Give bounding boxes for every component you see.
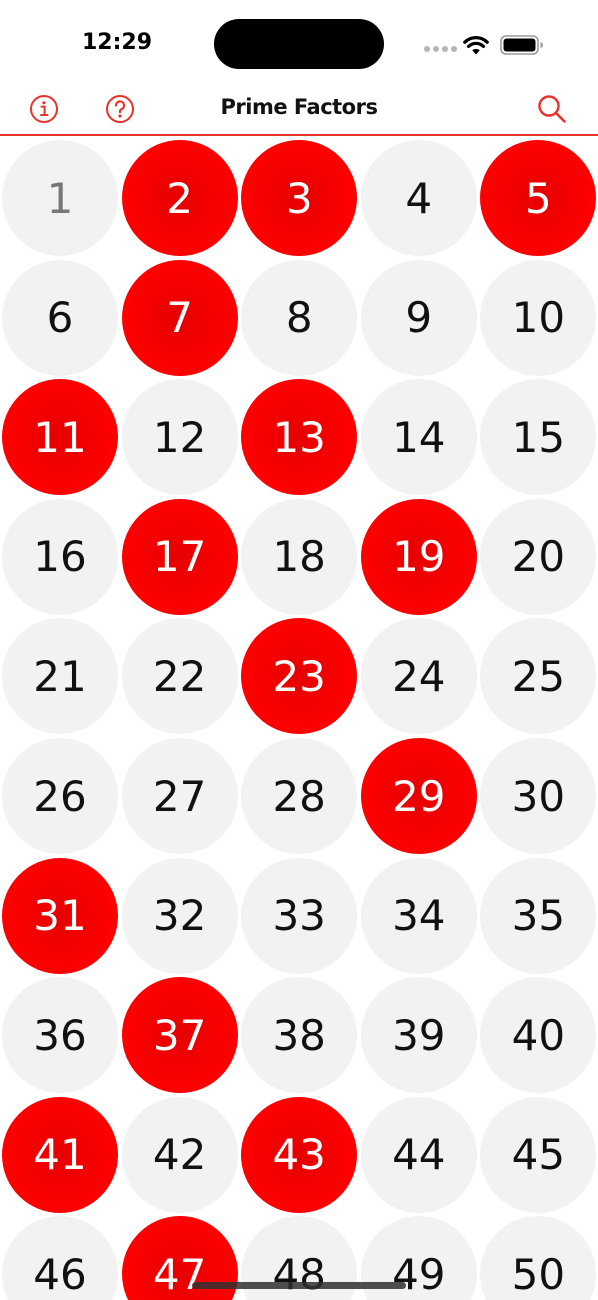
number-cell[interactable]: 20	[480, 498, 597, 615]
prime-number-cell[interactable]: 43	[241, 1096, 358, 1213]
status-time: 12:29	[82, 30, 153, 55]
number-cell[interactable]: 44	[360, 1096, 477, 1213]
number-cell[interactable]: 45	[480, 1096, 597, 1213]
prime-number-cell[interactable]: 23	[241, 618, 358, 735]
number-cell[interactable]: 6	[2, 259, 118, 376]
prime-number-cell[interactable]: 37	[121, 977, 238, 1094]
number-cell[interactable]: 22	[121, 618, 238, 735]
number-cell[interactable]: 26	[2, 738, 118, 854]
number-cell[interactable]: 15	[480, 379, 597, 496]
number-cell[interactable]: 36	[2, 977, 118, 1094]
number-cell[interactable]: 27	[121, 738, 238, 854]
number-cell[interactable]: 12	[121, 379, 238, 496]
search-icon[interactable]	[536, 93, 568, 125]
prime-number-cell[interactable]: 11	[2, 379, 118, 496]
prime-number-cell[interactable]: 29	[360, 738, 477, 854]
cellular-signal-icon	[424, 46, 458, 52]
number-cell[interactable]: 9	[360, 259, 477, 376]
number-cell[interactable]: 35	[480, 857, 597, 974]
prime-number-cell[interactable]: 17	[121, 498, 238, 615]
prime-number-cell[interactable]: 31	[2, 857, 118, 974]
prime-number-cell[interactable]: 19	[360, 498, 477, 615]
number-cell[interactable]: 14	[360, 379, 477, 496]
number-cell[interactable]: 21	[2, 618, 118, 735]
home-indicator[interactable]	[192, 1282, 406, 1289]
number-cell[interactable]: 10	[480, 259, 597, 376]
number-cell[interactable]: 39	[360, 977, 477, 1094]
prime-number-cell[interactable]: 41	[2, 1096, 118, 1213]
number-cell[interactable]: 1	[2, 140, 118, 256]
number-grid: 1 2 3 4 5 6 7 8 9 10 11 12 13 14 15 16 17 18 19 20 21 22 23 24 2…	[0, 138, 598, 1300]
prime-number-cell[interactable]: 3	[241, 140, 358, 256]
number-cell[interactable]: 25	[480, 618, 597, 735]
number-cell[interactable]: 16	[2, 498, 118, 615]
battery-icon	[500, 35, 543, 55]
number-cell[interactable]: 40	[480, 977, 597, 1094]
number-cell[interactable]: 18	[241, 498, 358, 615]
number-cell[interactable]: 8	[241, 259, 358, 376]
number-cell[interactable]: 33	[241, 857, 358, 974]
number-cell[interactable]: 34	[360, 857, 477, 974]
prime-number-cell[interactable]: 2	[121, 140, 238, 256]
number-cell[interactable]: 50	[480, 1216, 597, 1300]
dynamic-island	[214, 19, 384, 69]
number-cell[interactable]: 42	[121, 1096, 238, 1213]
number-cell[interactable]: 32	[121, 857, 238, 974]
number-cell[interactable]: 46	[2, 1216, 118, 1300]
prime-number-cell[interactable]: 7	[121, 259, 238, 376]
wifi-icon	[463, 36, 489, 55]
prime-number-cell[interactable]: 5	[480, 140, 597, 256]
number-cell[interactable]: 28	[241, 738, 358, 854]
number-cell[interactable]: 38	[241, 977, 358, 1094]
navigation-bar: Prime Factors	[0, 86, 598, 136]
number-cell[interactable]: 24	[360, 618, 477, 735]
number-cell[interactable]: 4	[360, 140, 477, 256]
page-title: Prime Factors	[220, 95, 378, 119]
prime-number-cell[interactable]: 13	[241, 379, 358, 496]
status-bar: 12:29	[0, 0, 598, 86]
number-cell[interactable]: 30	[480, 738, 597, 854]
